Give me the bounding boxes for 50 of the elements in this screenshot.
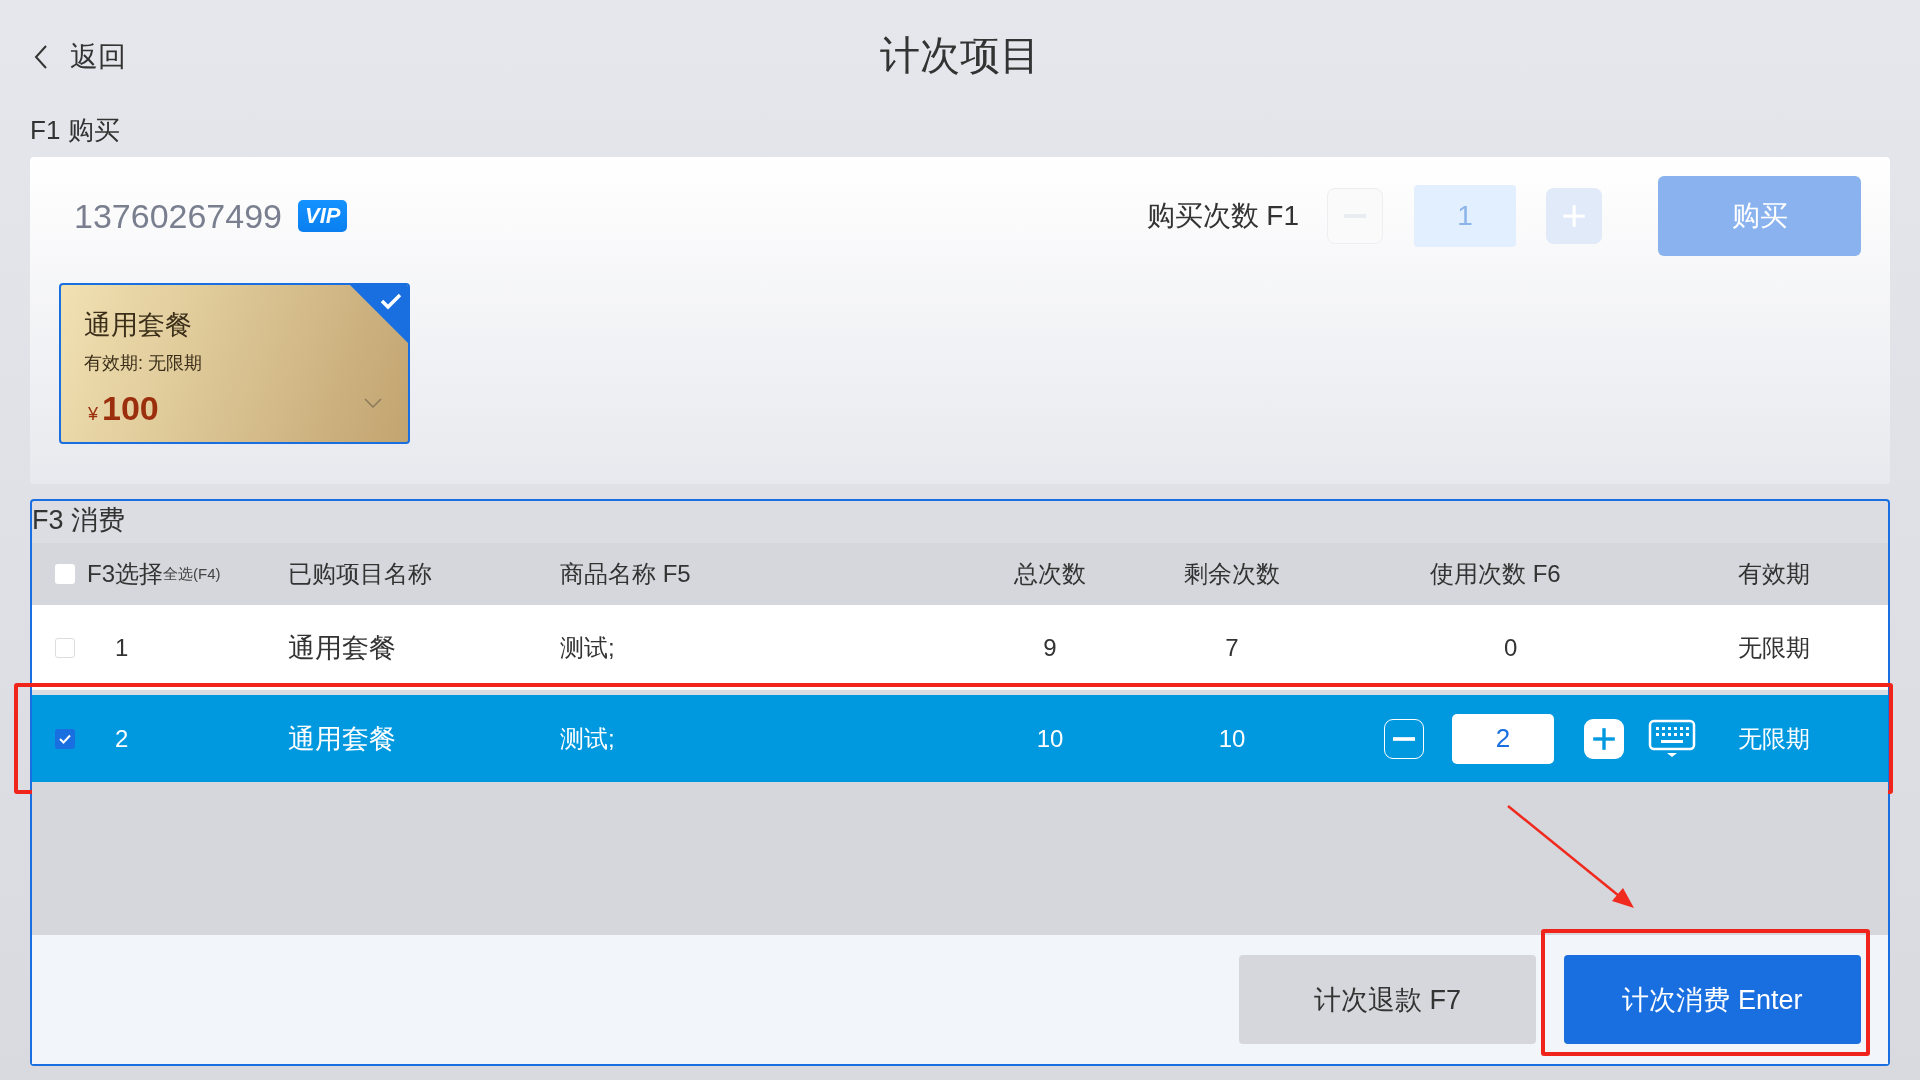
refund-button[interactable]: 计次退款 F7: [1239, 955, 1536, 1044]
table-row[interactable]: 2 通用套餐 测试; 10 10 2 无限期: [32, 695, 1888, 782]
table-cell-text: 通用套餐: [288, 722, 396, 756]
currency-symbol: ¥: [88, 404, 98, 425]
table-cell: 7: [1225, 633, 1239, 662]
column-header: 剩余次数: [1183, 559, 1281, 589]
plus-icon: [1562, 204, 1586, 228]
select-column-header: F3选择: [87, 559, 163, 589]
package-validity: 有效期: 无限期: [84, 352, 203, 375]
consume-button[interactable]: 计次消费 Enter: [1564, 955, 1861, 1044]
package-price: 100: [102, 389, 159, 428]
table-cell: 2: [115, 724, 129, 753]
section-label: F3 消费: [32, 504, 126, 537]
column-header: 使用次数 F6: [1429, 559, 1562, 589]
table-cell: 0: [1504, 633, 1518, 662]
table-cell: 9: [1043, 633, 1057, 662]
vip-badge: VIP: [298, 200, 348, 232]
table-cell: 10: [1036, 724, 1064, 753]
column-header: 商品名称 F5: [560, 559, 692, 589]
section-label: F1 购买: [30, 114, 121, 147]
table-row[interactable]: 1 通用套餐 测试; 9 7 0 无限期: [32, 605, 1888, 690]
table-cell-text: 无限期: [1738, 632, 1810, 663]
table-cell: 10: [1218, 724, 1246, 753]
page-title: 计次项目: [880, 31, 1040, 79]
back-chevron-icon: [34, 44, 48, 70]
caret-icon: [364, 398, 382, 408]
package-card[interactable]: 通用套餐 有效期: 无限期 ¥100: [59, 283, 410, 444]
table-cell: 1: [115, 633, 129, 662]
selected-check-icon: [350, 285, 408, 343]
row-checkbox[interactable]: [55, 728, 75, 749]
select-all-hint: 全选(F4): [163, 564, 221, 582]
phone-number: 13760267499: [74, 196, 282, 236]
row-checkbox[interactable]: [55, 637, 75, 658]
package-name: 通用套餐: [84, 309, 193, 342]
table-cell-text: 无限期: [1738, 723, 1810, 754]
table-cell-text: 测试;: [560, 632, 615, 663]
use-count-field[interactable]: 2: [1452, 713, 1554, 764]
keyboard-icon[interactable]: [1648, 718, 1696, 759]
column-header: 总次数: [1013, 559, 1087, 589]
quantity-label: 购买次数 F1: [1146, 199, 1299, 233]
minus-icon: [1393, 736, 1415, 741]
back-button[interactable]: 返回: [34, 38, 126, 76]
select-all-checkbox[interactable]: [55, 564, 75, 584]
plus-icon: [1592, 726, 1616, 751]
increase-button[interactable]: [1584, 718, 1624, 759]
column-header: 已购项目名称: [288, 559, 433, 589]
column-header: 有效期: [1737, 559, 1811, 589]
table-cell-text: 测试;: [560, 723, 615, 754]
table-cell-text: 通用套餐: [288, 631, 396, 665]
check-icon: [59, 733, 71, 744]
